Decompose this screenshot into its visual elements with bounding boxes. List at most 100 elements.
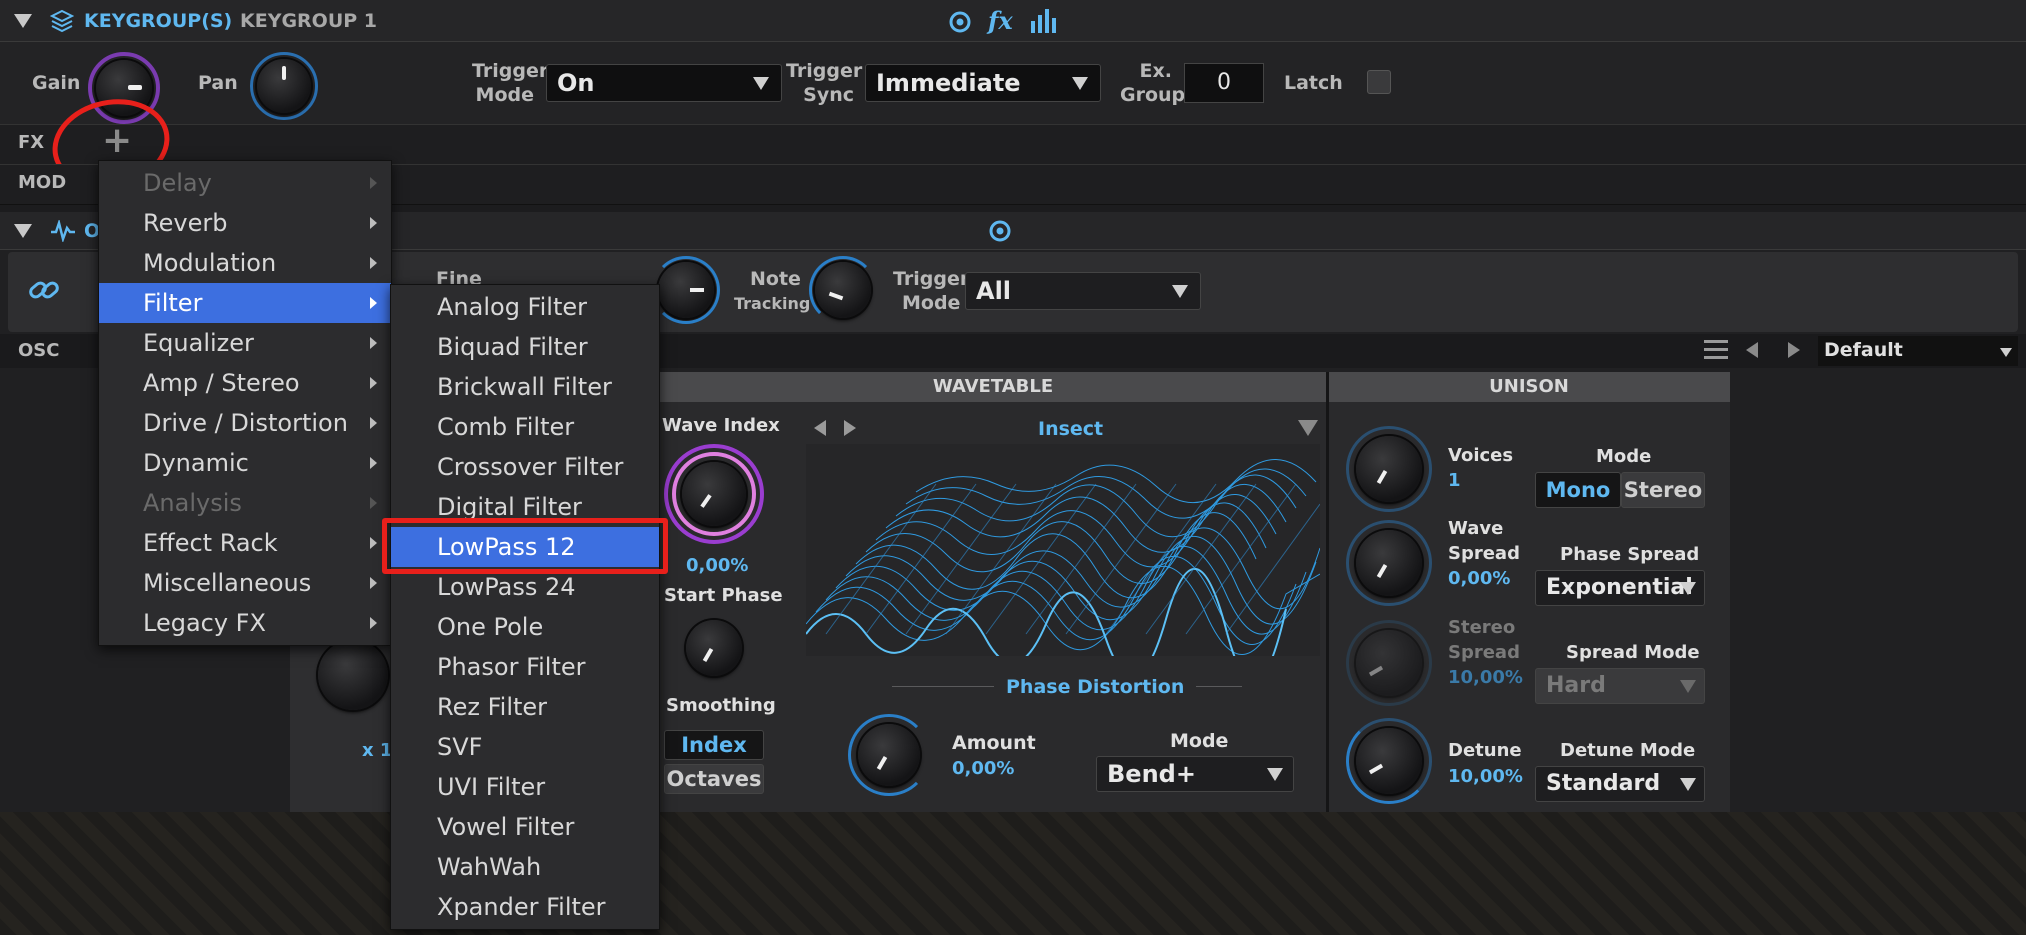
- voices-value: 1: [1448, 470, 1461, 491]
- trigger-sync-label-2: Sync: [803, 84, 854, 106]
- pan-knob[interactable]: [257, 59, 311, 113]
- next-preset-icon[interactable]: [1788, 342, 1800, 358]
- fx-menu-item[interactable]: Dynamic: [99, 443, 391, 483]
- filter-menu-item-label: Xpander Filter: [437, 893, 606, 921]
- wave-spread-label: Wave: [1448, 518, 1504, 539]
- next-wavetable-icon[interactable]: [844, 420, 856, 436]
- filter-menu-item-label: Rez Filter: [437, 693, 548, 721]
- osc-trigger-mode-dropdown[interactable]: All: [965, 272, 1201, 310]
- filter-menu-item[interactable]: Rez Filter: [391, 687, 659, 727]
- stereo-spread-value: 10,00%: [1448, 667, 1523, 688]
- chevron-right-icon: [370, 377, 377, 389]
- detune-mode-dropdown[interactable]: Standard: [1535, 766, 1705, 802]
- filter-menu-item[interactable]: Comb Filter: [391, 407, 659, 447]
- pan-label: Pan: [198, 72, 238, 94]
- fx-menu-item-label: Dynamic: [143, 449, 249, 477]
- mono-button[interactable]: Mono: [1535, 472, 1621, 508]
- link-icon[interactable]: [26, 272, 62, 308]
- collapse-icon[interactable]: [14, 14, 32, 28]
- filter-menu-item[interactable]: Biquad Filter: [391, 327, 659, 367]
- previous-wavetable-icon[interactable]: [814, 420, 826, 436]
- fx-icon[interactable]: fx: [988, 6, 1013, 35]
- filter-menu-item[interactable]: WahWah: [391, 847, 659, 887]
- filter-menu-item[interactable]: Brickwall Filter: [391, 367, 659, 407]
- fx-menu-item[interactable]: Amp / Stereo: [99, 363, 391, 403]
- multiplier-label: x 1: [362, 740, 393, 761]
- filter-menu-item[interactable]: UVI Filter: [391, 767, 659, 807]
- keygroup-header: KEYGROUP(S) KEYGROUP 1 fx: [0, 0, 2026, 42]
- fx-menu-item-label: Drive / Distortion: [143, 409, 348, 437]
- bar-chart-icon[interactable]: [1030, 9, 1056, 33]
- trigger-sync-value: Immediate: [876, 69, 1021, 97]
- trigger-mode-label-2: Mode: [475, 84, 534, 106]
- chevron-down-icon: [1172, 285, 1188, 298]
- spread-mode-value: Hard: [1546, 673, 1606, 698]
- filter-menu-item-label: Analog Filter: [437, 293, 587, 321]
- chevron-right-icon: [370, 577, 377, 589]
- filter-menu-item-label: Comb Filter: [437, 413, 575, 441]
- note-tracking-label: Note: [750, 268, 801, 290]
- phase-spread-dropdown[interactable]: Exponential: [1535, 570, 1705, 606]
- target-icon[interactable]: [948, 10, 972, 34]
- filter-menu-item[interactable]: Phasor Filter: [391, 647, 659, 687]
- fx-row: [0, 124, 2026, 164]
- menu-icon[interactable]: [1704, 340, 1728, 360]
- filter-menu-item[interactable]: Analog Filter: [391, 287, 659, 327]
- filter-menu-item[interactable]: Xpander Filter: [391, 887, 659, 927]
- chevron-down-icon[interactable]: [1298, 420, 1318, 436]
- wave-spread-knob[interactable]: [1356, 530, 1422, 596]
- wave-index-knob[interactable]: [682, 462, 746, 526]
- amount-label: Amount: [952, 732, 1036, 754]
- osc-tab-label[interactable]: OSC: [18, 340, 59, 361]
- fx-menu-item[interactable]: Miscellaneous: [99, 563, 391, 603]
- start-phase-knob[interactable]: [686, 620, 742, 676]
- fx-menu-item: Delay: [99, 163, 391, 203]
- filter-menu-item-label: Crossover Filter: [437, 453, 624, 481]
- wavetable-name[interactable]: Insect: [1038, 418, 1103, 440]
- fx-menu-item[interactable]: Legacy FX: [99, 603, 391, 643]
- filter-menu-item[interactable]: SVF: [391, 727, 659, 767]
- filter-menu-item-label: Phasor Filter: [437, 653, 586, 681]
- index-button[interactable]: Index: [664, 730, 764, 760]
- spread-mode-dropdown[interactable]: Hard: [1535, 668, 1705, 704]
- chevron-right-icon: [370, 297, 377, 309]
- fx-menu-item[interactable]: Effect Rack: [99, 523, 391, 563]
- ex-group-field[interactable]: 0: [1184, 63, 1264, 103]
- pd-mode-dropdown[interactable]: Bend+: [1096, 756, 1294, 792]
- filter-menu-item-label: Brickwall Filter: [437, 373, 612, 401]
- fx-menu-item-label: Reverb: [143, 209, 228, 237]
- background-pattern: [0, 812, 2026, 935]
- fx-menu-item[interactable]: Drive / Distortion: [99, 403, 391, 443]
- latch-checkbox[interactable]: [1367, 70, 1391, 94]
- amount-knob[interactable]: [858, 724, 920, 786]
- previous-preset-icon[interactable]: [1746, 342, 1758, 358]
- gain-label: Gain: [32, 72, 81, 94]
- wavetable-section-title: WAVETABLE: [660, 372, 1326, 402]
- voices-knob[interactable]: [1356, 436, 1422, 502]
- chevron-down-icon: [2000, 348, 2012, 357]
- stereo-button[interactable]: Stereo: [1621, 472, 1705, 508]
- wavetable-display[interactable]: [806, 444, 1320, 656]
- section-divider: [1326, 372, 1329, 812]
- collapse-icon[interactable]: [14, 224, 32, 238]
- trigger-mode-dropdown[interactable]: On: [546, 64, 782, 102]
- preset-dropdown[interactable]: Default: [1818, 336, 2018, 366]
- fx-menu-item[interactable]: Filter: [99, 283, 391, 323]
- stereo-spread-knob[interactable]: [1356, 630, 1422, 696]
- fx-menu-item[interactable]: Modulation: [99, 243, 391, 283]
- filter-menu-item[interactable]: Vowel Filter: [391, 807, 659, 847]
- trigger-sync-dropdown[interactable]: Immediate: [865, 64, 1101, 102]
- detune-knob[interactable]: [1356, 728, 1422, 794]
- note-tracking-label-2: Tracking: [734, 294, 811, 313]
- trigger-mode-value: On: [557, 69, 595, 97]
- target-icon[interactable]: [988, 219, 1012, 243]
- keygroup-name: KEYGROUP 1: [240, 10, 378, 32]
- octave-knob[interactable]: [318, 640, 388, 710]
- mod-row-label: MOD: [18, 172, 67, 193]
- fx-menu-item[interactable]: Equalizer: [99, 323, 391, 363]
- octaves-button[interactable]: Octaves: [664, 764, 764, 794]
- fx-menu-item[interactable]: Reverb: [99, 203, 391, 243]
- filter-menu-item[interactable]: One Pole: [391, 607, 659, 647]
- filter-menu-item[interactable]: Crossover Filter: [391, 447, 659, 487]
- filter-menu-item-label: WahWah: [437, 853, 542, 881]
